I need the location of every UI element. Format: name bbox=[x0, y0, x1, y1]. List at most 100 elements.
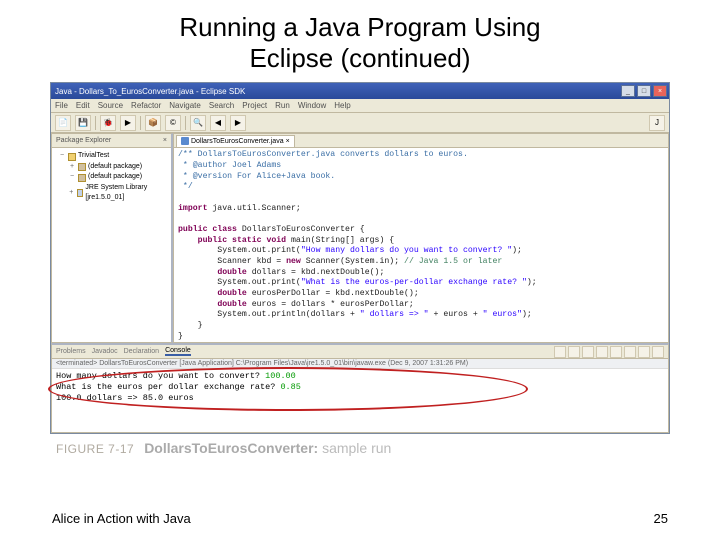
next-icon[interactable]: ▶ bbox=[230, 115, 246, 131]
tab-declaration[interactable]: Declaration bbox=[124, 348, 159, 355]
menu-navigate[interactable]: Navigate bbox=[169, 101, 201, 110]
console-info: <terminated> DollarsToEurosConverter [Ja… bbox=[52, 359, 668, 369]
package-explorer-tab[interactable]: Package Explorer × bbox=[52, 134, 171, 148]
window-titlebar: Java - Dollars_To_EurosConverter.java - … bbox=[51, 83, 669, 99]
save-icon[interactable]: 💾 bbox=[75, 115, 91, 131]
code-line: Scanner kbd = new Scanner(System.in); //… bbox=[178, 257, 664, 268]
menu-run[interactable]: Run bbox=[275, 101, 290, 110]
eclipse-window: Java - Dollars_To_EurosConverter.java - … bbox=[50, 82, 670, 434]
figure-caption: FIGURE 7-17 DollarsToEurosConverter: sam… bbox=[56, 440, 720, 458]
lib-icon bbox=[77, 189, 84, 197]
remove-launch-icon[interactable] bbox=[568, 346, 580, 358]
code-line: } bbox=[178, 332, 664, 343]
java-file-icon bbox=[181, 137, 189, 145]
new-package-icon[interactable]: 📦 bbox=[145, 115, 161, 131]
menu-file[interactable]: File bbox=[55, 101, 68, 110]
code-line: System.out.print("How many dollars do yo… bbox=[178, 246, 664, 257]
console-line-1-input: 100.00 bbox=[265, 371, 296, 381]
menu-search[interactable]: Search bbox=[209, 101, 234, 110]
bottom-panel: Problems Javadoc Declaration Console <te… bbox=[51, 343, 669, 433]
close-button[interactable]: × bbox=[653, 85, 667, 97]
twisty-icon[interactable]: − bbox=[58, 151, 66, 162]
twisty-icon[interactable]: − bbox=[68, 172, 76, 183]
menu-source[interactable]: Source bbox=[98, 101, 123, 110]
run-icon[interactable]: ▶ bbox=[120, 115, 136, 131]
tree-item-label: JRE System Library [jre1.5.0_01] bbox=[85, 183, 169, 204]
console-tabs: Problems Javadoc Declaration Console bbox=[52, 345, 668, 359]
new-class-icon[interactable]: © bbox=[165, 115, 181, 131]
figure-caption-bold: DollarsToEurosConverter: bbox=[144, 440, 318, 456]
tree-item-label: (default package) bbox=[88, 172, 142, 183]
display-console-icon[interactable] bbox=[638, 346, 650, 358]
menubar: File Edit Source Refactor Navigate Searc… bbox=[51, 99, 669, 113]
editor-tab-label: DollarsToEurosConverter.java bbox=[191, 138, 284, 145]
menu-project[interactable]: Project bbox=[242, 101, 267, 110]
editor-tabs: DollarsToEurosConverter.java × bbox=[174, 134, 668, 148]
code-line bbox=[178, 214, 664, 225]
console-line-3-output: 100.0 dollars => 85.0 euros bbox=[56, 393, 194, 403]
figure-caption-rest: sample run bbox=[318, 440, 391, 456]
menu-window[interactable]: Window bbox=[298, 101, 326, 110]
tree-item[interactable]: − TrivialTest bbox=[54, 151, 169, 162]
remove-all-icon[interactable] bbox=[582, 346, 594, 358]
footer: Alice in Action with Java 25 bbox=[52, 511, 668, 526]
close-icon[interactable]: × bbox=[286, 138, 290, 145]
slide-title: Running a Java Program Using Eclipse (co… bbox=[0, 0, 720, 82]
twisty-icon[interactable]: + bbox=[68, 162, 76, 173]
console-line-2-prompt: What is the euros per dollar exchange ra… bbox=[56, 382, 280, 392]
code-line: /** DollarsToEurosConverter.java convert… bbox=[178, 150, 664, 161]
tree-item-label: (default package) bbox=[88, 162, 142, 173]
code-line: } bbox=[178, 321, 664, 332]
tab-problems[interactable]: Problems bbox=[56, 348, 86, 355]
code-line: double eurosPerDollar = kbd.nextDouble()… bbox=[178, 289, 664, 300]
pkg-icon bbox=[78, 163, 86, 171]
tree-item-label: TrivialTest bbox=[78, 151, 109, 162]
console-line-1-prompt: How many dollars do you want to convert? bbox=[56, 371, 265, 381]
prev-icon[interactable]: ◀ bbox=[210, 115, 226, 131]
code-line: System.out.print("What is the euros-per-… bbox=[178, 278, 664, 289]
scroll-lock-icon[interactable] bbox=[610, 346, 622, 358]
maximize-button[interactable]: □ bbox=[637, 85, 651, 97]
main-area: Package Explorer × −TrivialTest+(default… bbox=[51, 133, 669, 343]
package-explorer-label: Package Explorer bbox=[56, 137, 111, 144]
minimize-button[interactable]: _ bbox=[621, 85, 635, 97]
open-console-icon[interactable] bbox=[652, 346, 664, 358]
editor-tab[interactable]: DollarsToEurosConverter.java × bbox=[176, 135, 295, 147]
code-line: double euros = dollars * eurosPerDollar; bbox=[178, 300, 664, 311]
menu-refactor[interactable]: Refactor bbox=[131, 101, 161, 110]
source-code: /** DollarsToEurosConverter.java convert… bbox=[174, 148, 668, 342]
toolbar: 📄 💾 🐞 ▶ 📦 © 🔍 ◀ ▶ J bbox=[51, 113, 669, 133]
proj-icon bbox=[68, 153, 76, 161]
pin-console-icon[interactable] bbox=[624, 346, 636, 358]
java-perspective-icon[interactable]: J bbox=[649, 115, 665, 131]
editor-body[interactable]: /** DollarsToEurosConverter.java convert… bbox=[174, 148, 668, 342]
tab-javadoc[interactable]: Javadoc bbox=[92, 348, 118, 355]
console-line-2-input: 0.85 bbox=[280, 382, 300, 392]
console-output[interactable]: How many dollars do you want to convert?… bbox=[52, 369, 668, 432]
terminate-icon[interactable] bbox=[554, 346, 566, 358]
pkg-icon bbox=[78, 174, 86, 182]
code-line bbox=[178, 193, 664, 204]
tree-item[interactable]: + (default package) bbox=[54, 162, 169, 173]
menu-help[interactable]: Help bbox=[334, 101, 350, 110]
console-toolbar bbox=[554, 346, 664, 358]
code-line: */ bbox=[178, 182, 664, 193]
page-number: 25 bbox=[654, 511, 668, 526]
footer-left: Alice in Action with Java bbox=[52, 511, 191, 526]
menu-edit[interactable]: Edit bbox=[76, 101, 90, 110]
search-icon[interactable]: 🔍 bbox=[190, 115, 206, 131]
close-icon[interactable]: × bbox=[163, 137, 167, 144]
tree-item[interactable]: − (default package) bbox=[54, 172, 169, 183]
package-explorer-panel: Package Explorer × −TrivialTest+(default… bbox=[51, 133, 173, 343]
twisty-icon[interactable]: + bbox=[68, 188, 75, 199]
debug-icon[interactable]: 🐞 bbox=[100, 115, 116, 131]
tree-item[interactable]: + JRE System Library [jre1.5.0_01] bbox=[54, 183, 169, 204]
figure-label: FIGURE 7-17 bbox=[56, 442, 134, 456]
code-line: double dollars = kbd.nextDouble(); bbox=[178, 268, 664, 279]
package-tree[interactable]: −TrivialTest+(default package)−(default … bbox=[52, 148, 171, 207]
code-line: * @author Joel Adams bbox=[178, 161, 664, 172]
code-line: public class DollarsToEurosConverter { bbox=[178, 225, 664, 236]
new-icon[interactable]: 📄 bbox=[55, 115, 71, 131]
clear-console-icon[interactable] bbox=[596, 346, 608, 358]
tab-console[interactable]: Console bbox=[165, 347, 191, 356]
